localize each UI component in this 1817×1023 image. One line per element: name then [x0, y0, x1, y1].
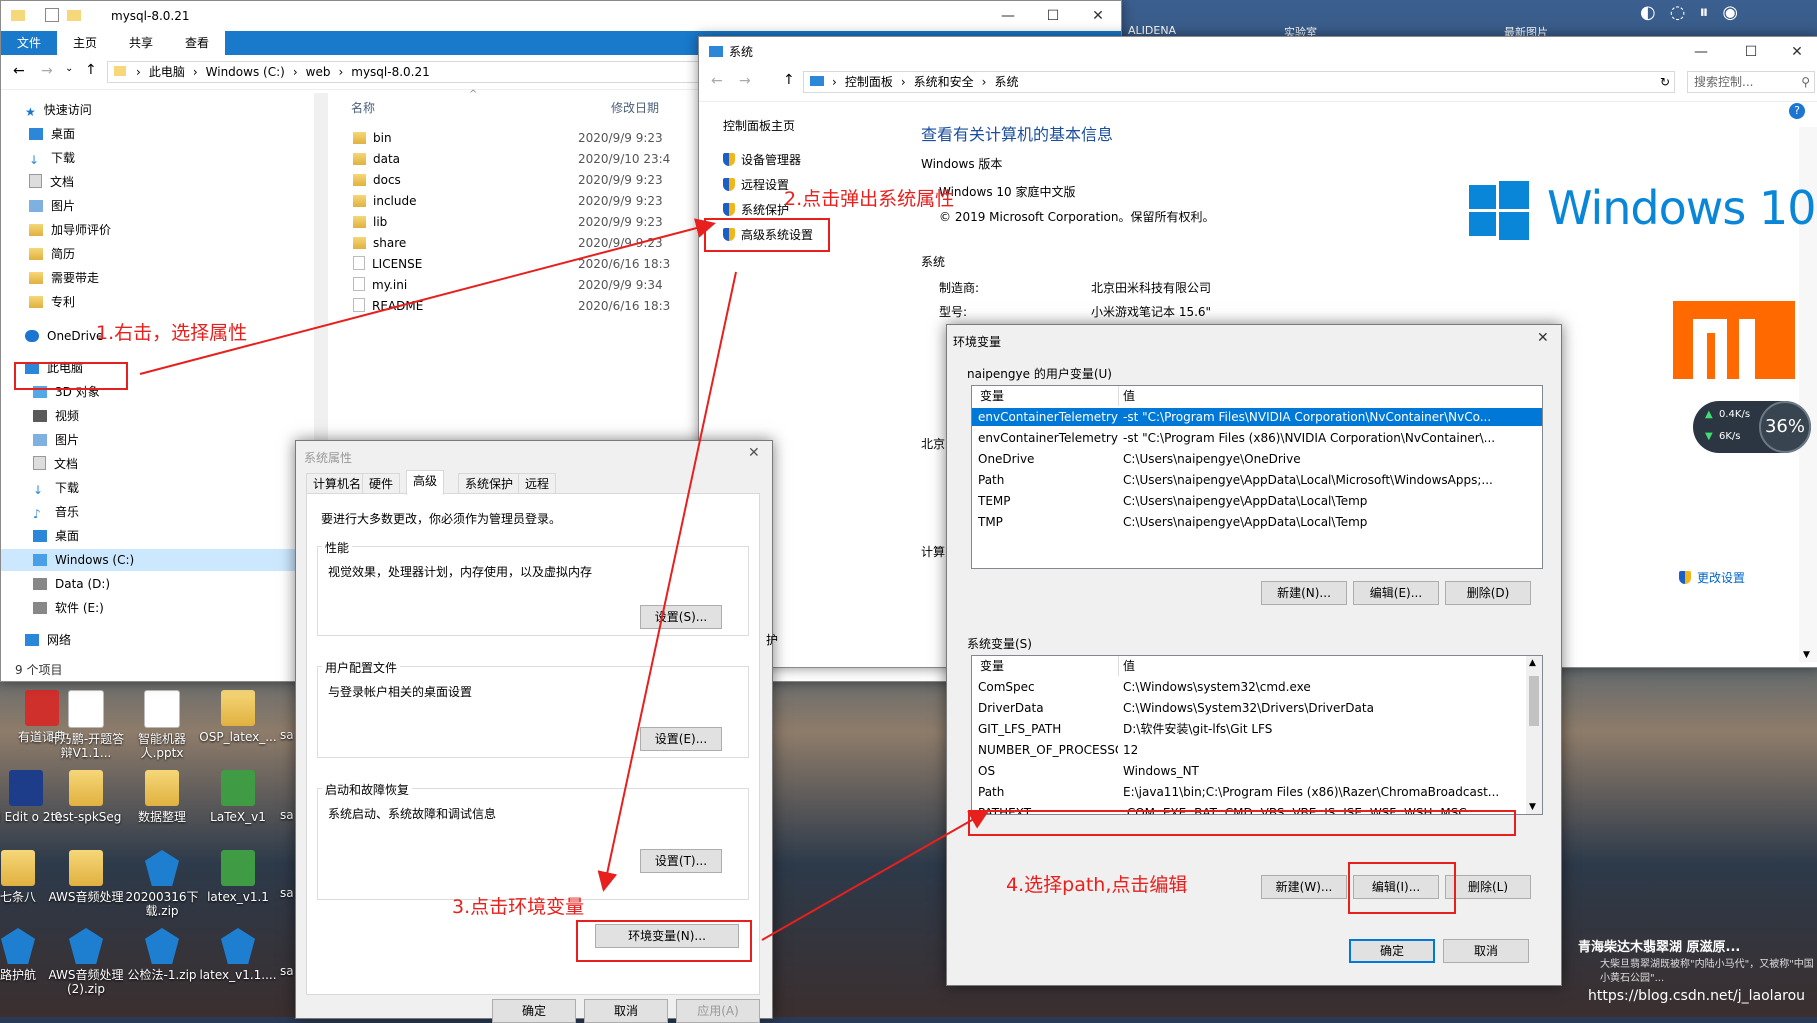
highlight-advanced-settings — [704, 218, 830, 252]
highlight-this-pc — [14, 362, 128, 390]
tab-advanced[interactable]: 高级 — [406, 470, 445, 495]
annotation-arrows — [139, 218, 990, 941]
arrow-step2 — [597, 271, 737, 892]
arrow-step1 — [139, 218, 716, 375]
annotation-step2: 2.点击弹出系统属性 — [784, 188, 955, 210]
arrow-step4 — [761, 810, 990, 941]
highlight-path-row — [968, 810, 1516, 836]
annotation-step1: 1.右击，选择属性 — [96, 322, 248, 344]
highlight-edit-button — [1348, 862, 1456, 914]
annotation-step4: 4.选择path,点击编辑 — [1006, 874, 1188, 896]
annotation-step3: 3.点击环境变量 — [452, 896, 585, 918]
highlight-env-button — [576, 920, 752, 962]
